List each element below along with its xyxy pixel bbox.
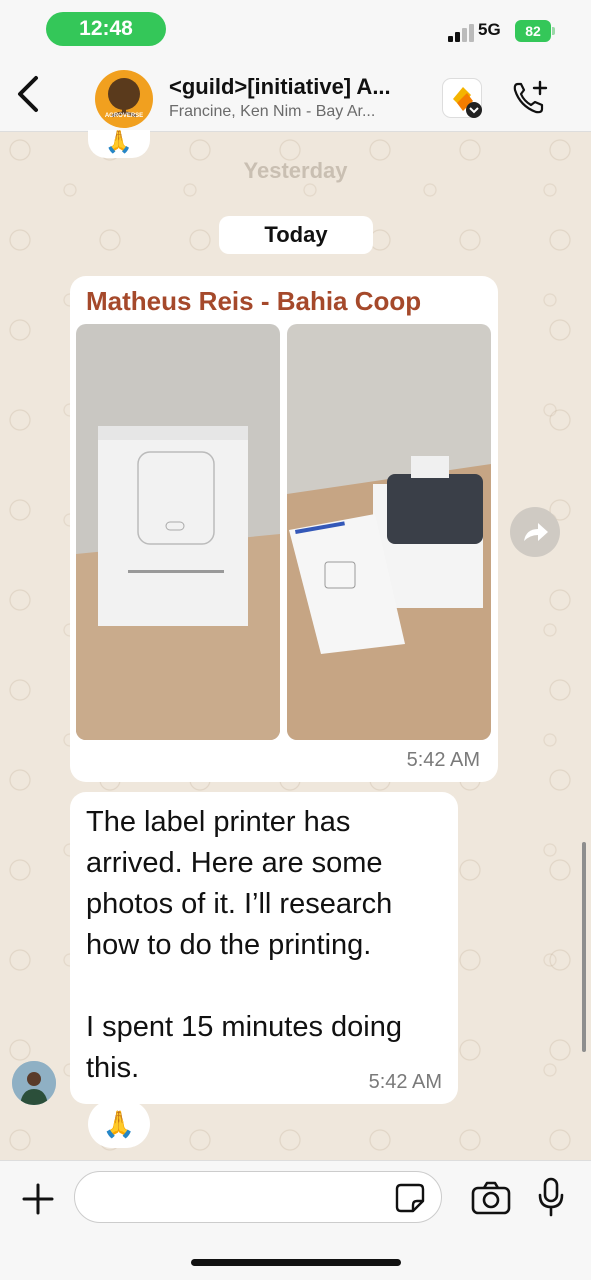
message-timestamp: 5:42 AM	[368, 1071, 442, 1093]
camera-icon	[471, 1181, 511, 1215]
share-arrow-icon	[524, 523, 548, 541]
reaction-badge[interactable]: 🙏	[88, 130, 150, 158]
forward-button[interactable]	[510, 507, 560, 557]
sticker-button[interactable]	[393, 1181, 427, 1215]
status-time: 12:48	[46, 12, 166, 46]
chevron-left-icon	[18, 76, 38, 112]
home-indicator[interactable]	[191, 1259, 401, 1266]
chat-header: AGROVERSE <guild>[initiative] A... Franc…	[0, 60, 591, 132]
scrollbar[interactable]	[582, 842, 586, 1052]
person-avatar-icon	[12, 1061, 56, 1105]
phone-plus-icon	[513, 80, 548, 114]
battery-icon: 82	[515, 20, 555, 42]
composer-bar	[0, 1160, 591, 1280]
image-message[interactable]: Matheus Reis - Bahia Coop 5:42 AM	[70, 276, 498, 782]
chevron-down-icon	[466, 102, 482, 118]
chat-title[interactable]: <guild>[initiative] A...	[169, 74, 427, 100]
microphone-icon	[538, 1177, 564, 1217]
sticker-icon	[395, 1183, 425, 1213]
chat-participants[interactable]: Francine, Ken Nim - Bay Ar...	[169, 103, 427, 121]
back-button[interactable]	[12, 72, 46, 116]
group-avatar[interactable]: AGROVERSE	[95, 70, 153, 128]
date-separator-yesterday: Yesterday	[243, 158, 348, 183]
message-timestamp: 5:42 AM	[406, 749, 480, 771]
plus-icon	[22, 1183, 54, 1215]
tree-logo-icon	[108, 78, 140, 118]
status-bar: 12:48 5G 82	[0, 0, 591, 60]
text-message[interactable]: The label printer has arrived. Here are …	[70, 792, 458, 1104]
group-logo-text: AGROVERSE	[104, 113, 144, 119]
sender-avatar[interactable]	[12, 1061, 56, 1105]
sender-name[interactable]: Matheus Reis - Bahia Coop	[86, 286, 421, 317]
signal-icon	[448, 24, 474, 42]
network-label: 5G	[478, 20, 501, 39]
reaction-badge[interactable]: 🙏	[88, 1100, 150, 1148]
add-call-button[interactable]	[510, 78, 554, 118]
voice-message-button[interactable]	[536, 1175, 566, 1219]
message-input[interactable]	[74, 1171, 442, 1223]
photo-printer-box[interactable]	[76, 324, 280, 740]
date-separator-today: Today	[219, 216, 373, 254]
message-text: The label printer has arrived. Here are …	[86, 806, 402, 1084]
photo-printer-unboxed[interactable]	[287, 324, 491, 740]
camera-button[interactable]	[470, 1179, 512, 1217]
attach-button[interactable]	[18, 1179, 58, 1219]
